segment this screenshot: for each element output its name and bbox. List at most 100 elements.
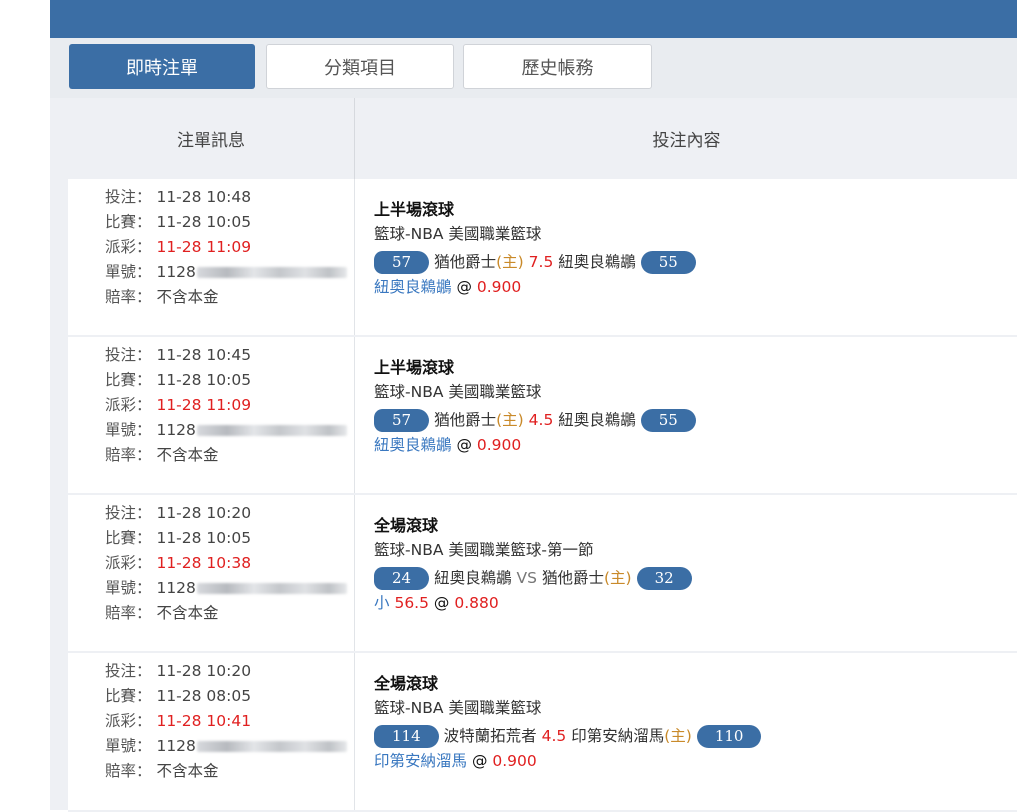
odds-type-line: 賠率： 不含本金 [105,601,354,626]
tab-categories[interactable]: 分類項目 [266,44,454,89]
team-left: 猶他爵士 [434,253,497,271]
team-left: 紐奧良鵜鶘 [434,569,512,587]
at-symbol: @ [456,436,472,454]
league-name: 籃球-NBA 美國職業籃球 [374,699,542,717]
table-row: 投注： 11-28 10:45 比賽： 11-28 10:05 派彩： 11-2… [68,337,1017,495]
odds-type-value: 不含本金 [156,288,219,306]
match-time-label: 比賽： [105,529,152,547]
selection-name: 印第安納溜馬 [374,752,468,770]
match-time-label: 比賽： [105,687,152,705]
team-right: 印第安納溜馬 [571,727,665,745]
matchup-line: 57 猶他爵士(主) 7.5 紐奧良鵜鶘 55 [374,250,1017,275]
bet-time-value: 11-28 10:20 [156,504,252,522]
odds-type-line: 賠率： 不含本金 [105,759,354,784]
bet-info-cell: 投注： 11-28 10:20 比賽： 11-28 10:05 派彩： 11-2… [68,495,354,651]
bet-info-cell: 投注： 11-28 10:20 比賽： 11-28 08:05 派彩： 11-2… [68,653,354,810]
match-time-line: 比賽： 11-28 10:05 [105,526,354,551]
bet-time-value: 11-28 10:20 [156,662,252,680]
handicap-value: 4.5 [528,411,554,429]
settle-time-label: 派彩： [105,712,152,730]
bet-type: 上半場滾球 [374,358,455,377]
odds-type-label: 賠率： [105,446,152,464]
selection-name: 紐奧良鵜鶘 [374,436,452,454]
odds-type-value: 不含本金 [156,446,219,464]
bet-time-line: 投注： 11-28 10:45 [105,343,354,368]
tab-live-bets[interactable]: 即時注單 [69,44,255,89]
match-time-value: 11-28 10:05 [156,529,252,547]
selection-value: 56.5 [394,594,429,612]
tab-history[interactable]: 歷史帳務 [463,44,652,89]
settle-time-line: 派彩： 11-28 10:41 [105,709,354,734]
bet-time-label: 投注： [105,346,152,364]
top-header-bar [50,0,1017,38]
team-right: 紐奧良鵜鶘 [558,253,636,271]
ticket-line: 單號： 1128 [105,418,354,443]
settle-time-line: 派彩： 11-28 11:09 [105,393,354,418]
match-time-value: 11-28 08:05 [156,687,252,705]
score-badge-left: 24 [374,567,430,590]
league-name: 籃球-NBA 美國職業籃球 [374,225,542,243]
table-row: 投注： 11-28 10:20 比賽： 11-28 10:05 派彩： 11-2… [68,495,1017,653]
bet-type: 上半場滾球 [374,200,455,219]
odds-type-line: 賠率： 不含本金 [105,285,354,310]
table-row: 投注： 11-28 10:20 比賽： 11-28 08:05 派彩： 11-2… [68,653,1017,812]
settle-time-value: 11-28 11:09 [156,396,252,414]
selection-line: 小 56.5 @ 0.880 [374,591,1017,616]
ticket-line: 單號： 1128 [105,576,354,601]
matchup-line: 57 猶他爵士(主) 4.5 紐奧良鵜鶘 55 [374,408,1017,433]
bet-content-cell: 上半場滾球 籃球-NBA 美國職業籃球 57 猶他爵士(主) 4.5 紐奧良鵜鶘 5… [354,337,1017,493]
ticket-value: 1128 [156,421,196,439]
bet-info-cell: 投注： 11-28 10:48 比賽： 11-28 10:05 派彩： 11-2… [68,179,354,335]
ticket-label: 單號： [105,421,152,439]
odds-value: 0.900 [476,278,522,296]
bet-time-line: 投注： 11-28 10:48 [105,185,354,210]
bet-content-cell: 全場滾球 籃球-NBA 美國職業籃球 114 波特蘭拓荒者 4.5 印第安納溜馬(… [354,653,1017,810]
table-row: 投注： 11-28 10:48 比賽： 11-28 10:05 派彩： 11-2… [68,179,1017,337]
match-time-value: 11-28 10:05 [156,213,252,231]
league-name: 籃球-NBA 美國職業籃球 [374,383,542,401]
ticket-redacted [196,267,347,278]
ticket-value: 1128 [156,263,196,281]
ticket-value: 1128 [156,737,196,755]
odds-value: 0.900 [476,436,522,454]
league-name: 籃球-NBA 美國職業籃球-第一節 [374,541,594,559]
at-symbol: @ [433,594,450,612]
bet-content-cell: 上半場滾球 籃球-NBA 美國職業籃球 57 猶他爵士(主) 7.5 紐奧良鵜鶘 5… [354,179,1017,335]
bet-content-cell: 全場滾球 籃球-NBA 美國職業籃球-第一節 24 紐奧良鵜鶘 VS 猶他爵士(主… [354,495,1017,651]
column-header-content: 投注內容 [354,98,1017,179]
settle-time-value: 11-28 10:41 [156,712,252,730]
team-right: 猶他爵士 [541,569,604,587]
settle-time-label: 派彩： [105,238,152,256]
ticket-label: 單號： [105,737,152,755]
odds-type-label: 賠率： [105,604,152,622]
team-left: 猶他爵士 [434,411,497,429]
odds-type-line: 賠率： 不含本金 [105,443,354,468]
odds-type-label: 賠率： [105,288,152,306]
at-symbol: @ [456,278,472,296]
settle-time-label: 派彩： [105,396,152,414]
handicap-value: 4.5 [541,727,567,745]
score-badge-left: 114 [374,725,439,748]
score-badge-right: 110 [696,725,762,748]
selection-name: 小 [374,594,390,612]
match-time-value: 11-28 10:05 [156,371,252,389]
bet-type: 全場滾球 [374,516,439,535]
home-marker-right: (主) [603,569,632,587]
match-time-label: 比賽： [105,213,152,231]
matchup-line: 24 紐奧良鵜鶘 VS 猶他爵士(主) 32 [374,566,1017,591]
settle-time-label: 派彩： [105,554,152,572]
bet-time-value: 11-28 10:48 [156,188,252,206]
odds-value: 0.880 [454,594,499,612]
settle-time-value: 11-28 10:38 [156,554,252,572]
odds-type-value: 不含本金 [156,762,219,780]
bet-time-line: 投注： 11-28 10:20 [105,659,354,684]
ticket-value: 1128 [156,579,196,597]
home-marker-left: (主) [496,411,524,429]
bet-time-value: 11-28 10:45 [156,346,252,364]
bet-type: 全場滾球 [374,674,439,693]
team-right: 紐奧良鵜鶘 [558,411,636,429]
bet-info-cell: 投注： 11-28 10:45 比賽： 11-28 10:05 派彩： 11-2… [68,337,354,493]
score-badge-right: 55 [640,251,696,274]
ticket-redacted [196,583,347,594]
column-header-info: 注單訊息 [177,131,245,151]
